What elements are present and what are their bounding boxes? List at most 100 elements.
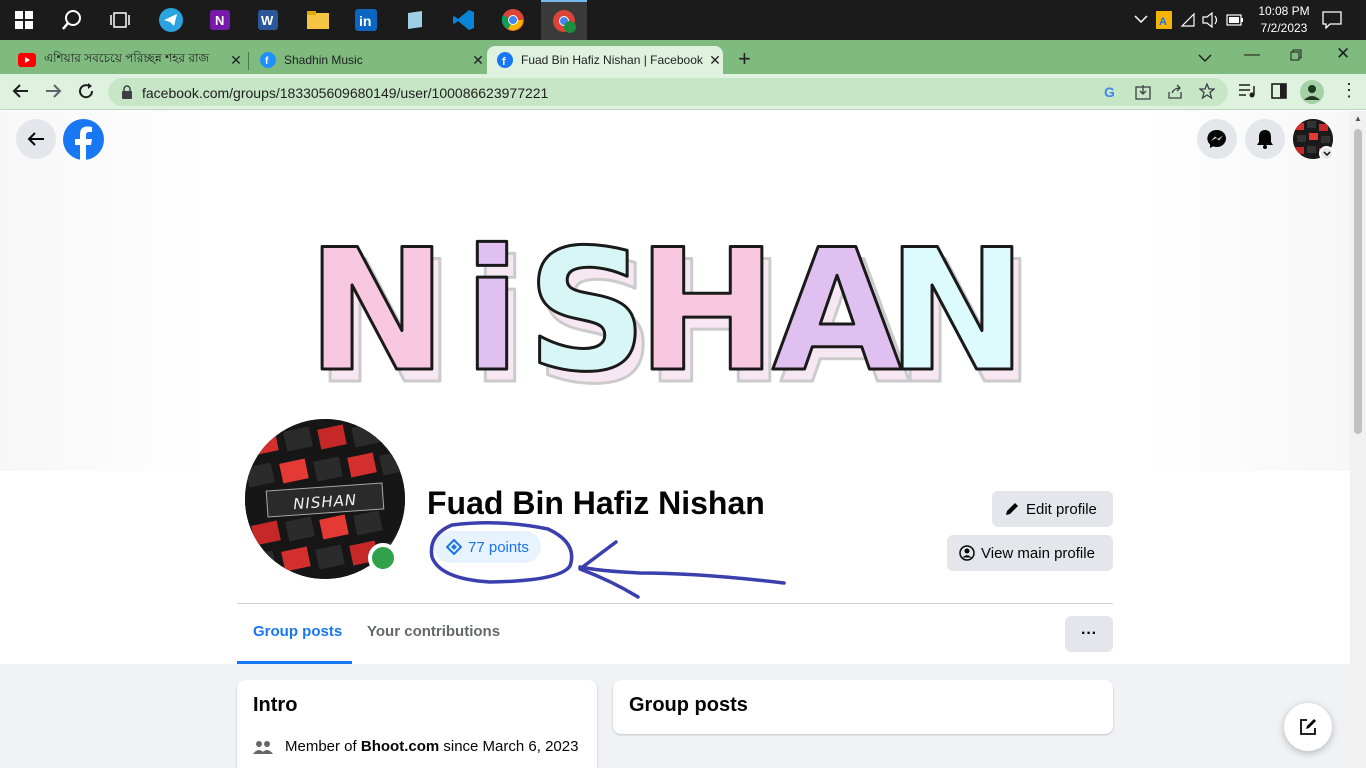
new-tab-button[interactable]: + — [738, 46, 751, 72]
cover-letter: A — [772, 213, 902, 409]
membership-info: Member of Bhoot.com since March 6, 2023 — [253, 738, 578, 755]
browser-profile-icon[interactable] — [1300, 80, 1324, 109]
wifi-icon[interactable] — [1180, 12, 1196, 33]
intro-title: Intro — [253, 694, 298, 716]
scroll-up-icon[interactable]: ▲ — [1354, 114, 1362, 123]
battery-icon[interactable] — [1226, 13, 1244, 31]
browser-tab-youtube[interactable]: এশিয়ার সবচেয়ে পরিচ্ছন্ন শহর রাজ ✕ — [8, 46, 244, 74]
browser-tab-facebook[interactable]: f Fuad Bin Hafiz Nishan | Facebook ✕ — [487, 46, 723, 74]
more-options-button[interactable]: ··· — [1065, 616, 1113, 652]
telegram-icon[interactable] — [155, 4, 187, 36]
account-menu-chevron-icon[interactable] — [1319, 146, 1334, 161]
browser-tab-shadhin[interactable]: f Shadhin Music ✕ — [250, 46, 486, 74]
intro-card: Intro Member of Bhoot.com since March 6,… — [237, 680, 597, 768]
media-control-icon[interactable] — [1238, 83, 1256, 104]
online-status-dot — [368, 543, 398, 573]
facebook-page: N i S H A N N i S H A N NISHAN Fuad Bin … — [0, 111, 1350, 768]
cover-blur-right — [1140, 111, 1350, 471]
clock-date: 7/2/2023 — [1260, 21, 1308, 35]
cover-letter: S — [527, 213, 648, 409]
chevron-up-icon[interactable] — [1134, 12, 1148, 27]
tab-title: Fuad Bin Hafiz Nishan | Facebook — [521, 53, 703, 67]
close-icon[interactable]: ✕ — [707, 52, 723, 69]
windows-start-icon[interactable] — [8, 4, 40, 36]
share-icon[interactable] — [1167, 84, 1183, 105]
edit-profile-button[interactable]: Edit profile — [992, 491, 1113, 527]
facebook-logo[interactable] — [63, 119, 104, 165]
edit-profile-label: Edit profile — [1026, 500, 1097, 518]
notification-center-icon[interactable] — [1322, 11, 1342, 34]
reload-icon[interactable] — [77, 82, 95, 105]
group-posts-title: Group posts — [629, 694, 748, 716]
search-icon[interactable] — [56, 4, 88, 36]
cover-letter: H — [637, 213, 778, 409]
bookmark-star-icon[interactable] — [1198, 82, 1216, 104]
google-lens-icon[interactable]: G — [1103, 84, 1119, 105]
tab-your-contributions[interactable]: Your contributions — [367, 623, 500, 640]
svg-text:N: N — [215, 13, 224, 28]
profile-name: Fuad Bin Hafiz Nishan — [427, 485, 765, 521]
browser-toolbar: facebook.com/groups/183305609680149/user… — [0, 74, 1366, 110]
onenote-icon[interactable]: N — [204, 4, 236, 36]
file-explorer-icon[interactable] — [302, 4, 334, 36]
view-main-profile-button[interactable]: View main profile — [947, 535, 1113, 571]
url-text: facebook.com/groups/183305609680149/user… — [142, 85, 549, 101]
task-view-icon[interactable] — [104, 4, 136, 36]
tab-title: Shadhin Music — [284, 53, 363, 67]
diamond-points-icon — [446, 539, 462, 555]
browser-tab-strip: এশিয়ার সবচেয়ে পরিচ্ছন্ন শহর রাজ ✕ f Sh… — [0, 40, 1366, 74]
language-icon[interactable]: A — [1156, 11, 1172, 34]
tab-title: এশিয়ার সবচেয়ে পরিচ্ছন্ন শহর রাজ — [44, 51, 210, 65]
compose-icon — [1300, 719, 1316, 735]
clock-time: 10:08 PM — [1258, 4, 1310, 18]
group-name-link[interactable]: Bhoot.com — [361, 738, 439, 755]
svg-text:G: G — [1104, 84, 1115, 100]
messenger-button[interactable] — [1197, 119, 1237, 159]
linkedin-icon[interactable]: in — [350, 4, 382, 36]
points-label: 77 points — [468, 538, 529, 556]
windows-taskbar: N W in A 10:08 PM 7/2/2023 — [0, 0, 1366, 40]
window-close-icon[interactable]: ✕ — [1336, 44, 1350, 64]
page-scrollbar[interactable]: ▲ — [1350, 111, 1366, 768]
side-panel-icon[interactable] — [1271, 83, 1287, 104]
cover-nishan-image: N i S H A N N i S H A N — [305, 212, 1037, 423]
chrome-profile-icon[interactable] — [541, 0, 587, 40]
tab-group-posts[interactable]: Group posts — [253, 623, 342, 640]
scrollbar-thumb[interactable] — [1354, 129, 1362, 434]
annotation-arrow-shaft — [578, 565, 786, 585]
close-icon[interactable]: ✕ — [228, 52, 244, 69]
install-app-icon[interactable] — [1135, 84, 1151, 105]
cover-photo[interactable]: N i S H A N N i S H A N — [237, 111, 1113, 451]
youtube-icon — [18, 53, 36, 67]
back-arrow-icon[interactable] — [12, 82, 30, 105]
group-members-icon — [253, 740, 273, 754]
back-button[interactable] — [16, 119, 56, 159]
vscode-icon[interactable] — [448, 4, 480, 36]
back-arrow-icon — [27, 132, 44, 146]
address-bar[interactable]: facebook.com/groups/183305609680149/user… — [108, 78, 1228, 106]
restore-icon[interactable] — [1290, 48, 1302, 66]
tab-search-icon[interactable] — [1198, 50, 1212, 68]
forward-arrow-icon[interactable] — [44, 82, 62, 105]
word-icon[interactable]: W — [252, 4, 284, 36]
close-icon[interactable]: ✕ — [470, 52, 486, 69]
cover-blur-left — [0, 111, 210, 471]
taskbar-clock[interactable]: 10:08 PM 7/2/2023 — [1254, 3, 1314, 37]
chrome-menu-icon[interactable]: ⋮ — [1340, 81, 1358, 99]
chrome-icon[interactable] — [497, 4, 529, 36]
svg-text:A: A — [1159, 16, 1167, 28]
lock-icon[interactable] — [121, 85, 133, 104]
cover-letter: i — [463, 213, 521, 409]
new-message-button[interactable] — [1284, 703, 1332, 751]
content-area: Intro Member of Bhoot.com since March 6,… — [0, 664, 1350, 768]
notifications-button[interactable] — [1245, 119, 1285, 159]
volume-icon[interactable] — [1202, 11, 1220, 33]
facebook-icon: f — [497, 52, 513, 68]
member-since: since March 6, 2023 — [443, 738, 579, 755]
points-badge[interactable]: 77 points — [434, 531, 541, 563]
minimize-icon[interactable]: — — [1244, 46, 1260, 64]
bell-icon — [1257, 130, 1273, 149]
notepad-icon[interactable] — [399, 4, 431, 36]
svg-text:f: f — [502, 56, 506, 68]
profile-divider — [237, 603, 1113, 604]
